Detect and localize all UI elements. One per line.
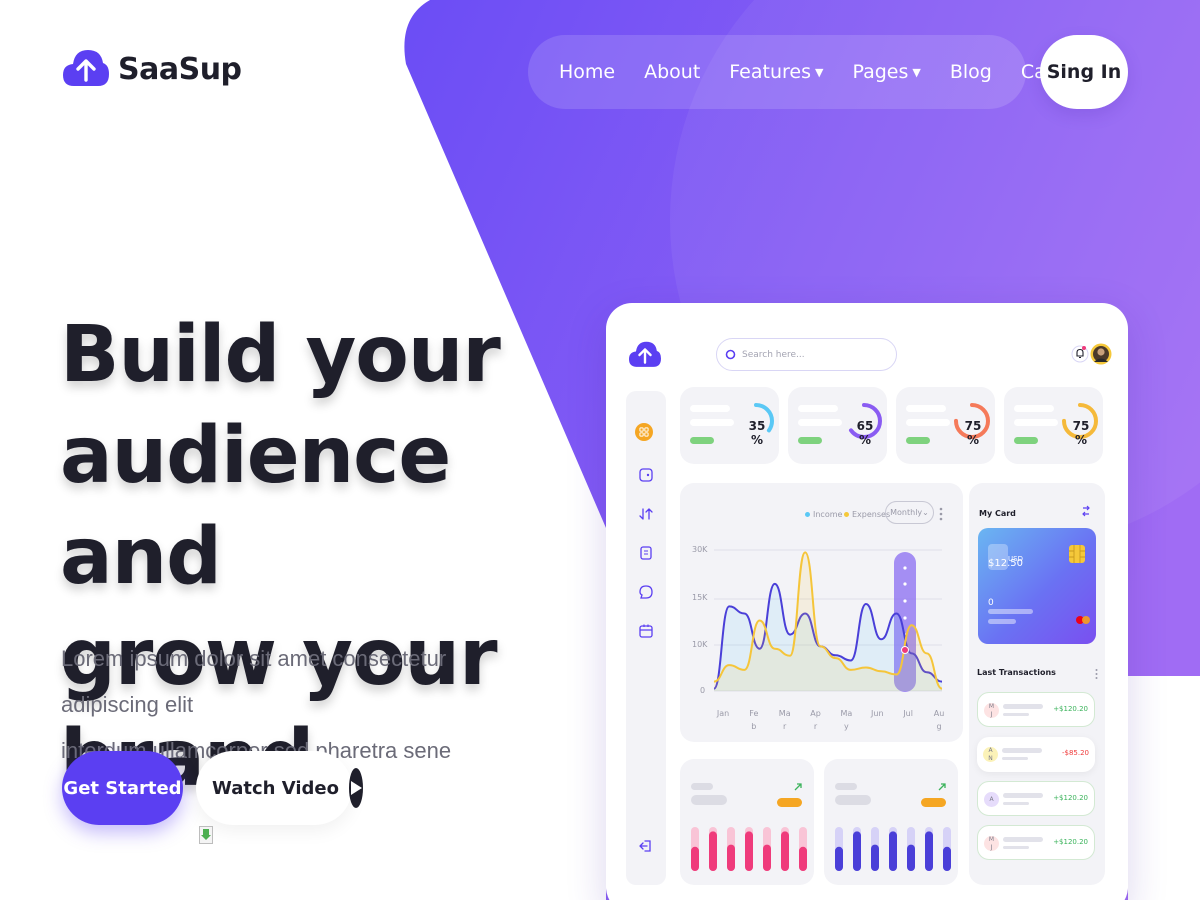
hero-title-line: Build your xyxy=(60,310,501,400)
bar xyxy=(889,831,897,871)
nav-item-home[interactable]: Home xyxy=(559,61,615,83)
card-currency: USD xyxy=(1008,555,1023,563)
dashboard-preview: Search here... 35% 65% 75 % 75 % Income … xyxy=(606,303,1128,900)
bar xyxy=(907,844,915,871)
card-number: 0 xyxy=(988,598,994,608)
watch-video-button[interactable]: Watch Video xyxy=(196,751,363,825)
bar xyxy=(709,831,717,871)
caret-down-icon: ▼ xyxy=(815,65,824,79)
transaction-row[interactable]: M J +$120.20 xyxy=(977,692,1095,727)
transaction-row[interactable]: A N -$85.20 xyxy=(977,737,1095,772)
transaction-row[interactable]: M J +$120.20 xyxy=(977,825,1095,860)
mastercard-icon xyxy=(1076,616,1090,624)
avatar-initial: A xyxy=(988,747,993,754)
placeholder-line xyxy=(1003,704,1043,709)
play-icon xyxy=(348,768,363,808)
avatar-initial: J xyxy=(990,844,993,851)
placeholder-line xyxy=(988,619,1016,624)
nav-item-label: Features xyxy=(729,61,811,83)
nav-item-label: Pages xyxy=(852,61,909,83)
nav-item-label: Blog xyxy=(949,61,992,83)
brand-logo[interactable]: SaaSup xyxy=(62,46,242,92)
transaction-avatar: MJ xyxy=(984,703,999,718)
nav-item-pages[interactable]: Pages ▼ xyxy=(852,61,920,83)
watch-video-label: Watch Video xyxy=(212,777,339,799)
placeholder-line xyxy=(1002,748,1042,753)
avatar-initial: N xyxy=(988,755,993,762)
my-card-title: My Card xyxy=(979,509,1016,518)
avatar-initial: A xyxy=(989,796,994,803)
bar xyxy=(799,846,807,871)
transaction-avatar: MJ xyxy=(984,836,999,851)
credit-card[interactable]: $12.50 USD 0 xyxy=(978,528,1096,644)
avatar-initial: J xyxy=(990,711,993,718)
card-chip-icon xyxy=(1069,545,1085,563)
more-vertical-icon[interactable] xyxy=(1094,668,1099,680)
bar xyxy=(691,846,699,871)
placeholder-line xyxy=(1003,713,1029,716)
nav-item-label: Home xyxy=(559,61,616,83)
hero-title-line: audience and xyxy=(60,411,451,602)
placeholder-line xyxy=(1002,757,1028,760)
nav-item-label: About xyxy=(644,61,701,83)
bar xyxy=(871,844,879,871)
swap-icon[interactable] xyxy=(1081,505,1091,517)
transactions-title: Last Transactions xyxy=(977,668,1056,677)
transaction-amount: +$120.20 xyxy=(1053,705,1088,713)
avatar-initial: M xyxy=(988,703,995,710)
bar xyxy=(835,846,843,871)
placeholder-line xyxy=(1003,846,1029,849)
transaction-avatar: A xyxy=(984,792,999,807)
placeholder-line xyxy=(1003,793,1043,798)
transaction-amount: -$85.20 xyxy=(1061,749,1089,757)
transaction-row[interactable]: A +$120.20 xyxy=(977,781,1095,816)
brand-name: SaaSup xyxy=(118,51,242,87)
bar xyxy=(925,831,933,871)
nav-item-about[interactable]: About xyxy=(644,61,700,83)
bar xyxy=(853,831,861,871)
bar xyxy=(781,831,789,871)
placeholder-line xyxy=(1003,802,1029,805)
signin-button[interactable]: Sing In xyxy=(1040,35,1128,109)
caret-down-icon: ▼ xyxy=(912,65,921,79)
broken-image-icon xyxy=(199,826,213,844)
main-nav: Home About Features▼ Pages▼ Blog Cart xyxy=(528,35,1090,109)
placeholder-line xyxy=(1003,837,1043,842)
transaction-amount: +$120.20 xyxy=(1053,794,1088,802)
bar xyxy=(763,844,771,871)
placeholder-line xyxy=(988,609,1033,614)
get-started-button[interactable]: Get Started xyxy=(62,751,183,825)
nav-item-blog[interactable]: Blog xyxy=(950,61,992,83)
cloud-upload-icon xyxy=(63,50,109,86)
transaction-amount: +$120.20 xyxy=(1053,838,1088,846)
transaction-avatar: AN xyxy=(983,747,998,762)
hero-subtitle-line: Lorem ipsum dolor sit amet consectetur a… xyxy=(61,646,447,717)
avatar-initial: M xyxy=(988,836,995,843)
bar xyxy=(745,831,753,871)
bar xyxy=(727,844,735,871)
bar xyxy=(943,846,951,871)
nav-item-features[interactable]: Features ▼ xyxy=(729,61,823,83)
